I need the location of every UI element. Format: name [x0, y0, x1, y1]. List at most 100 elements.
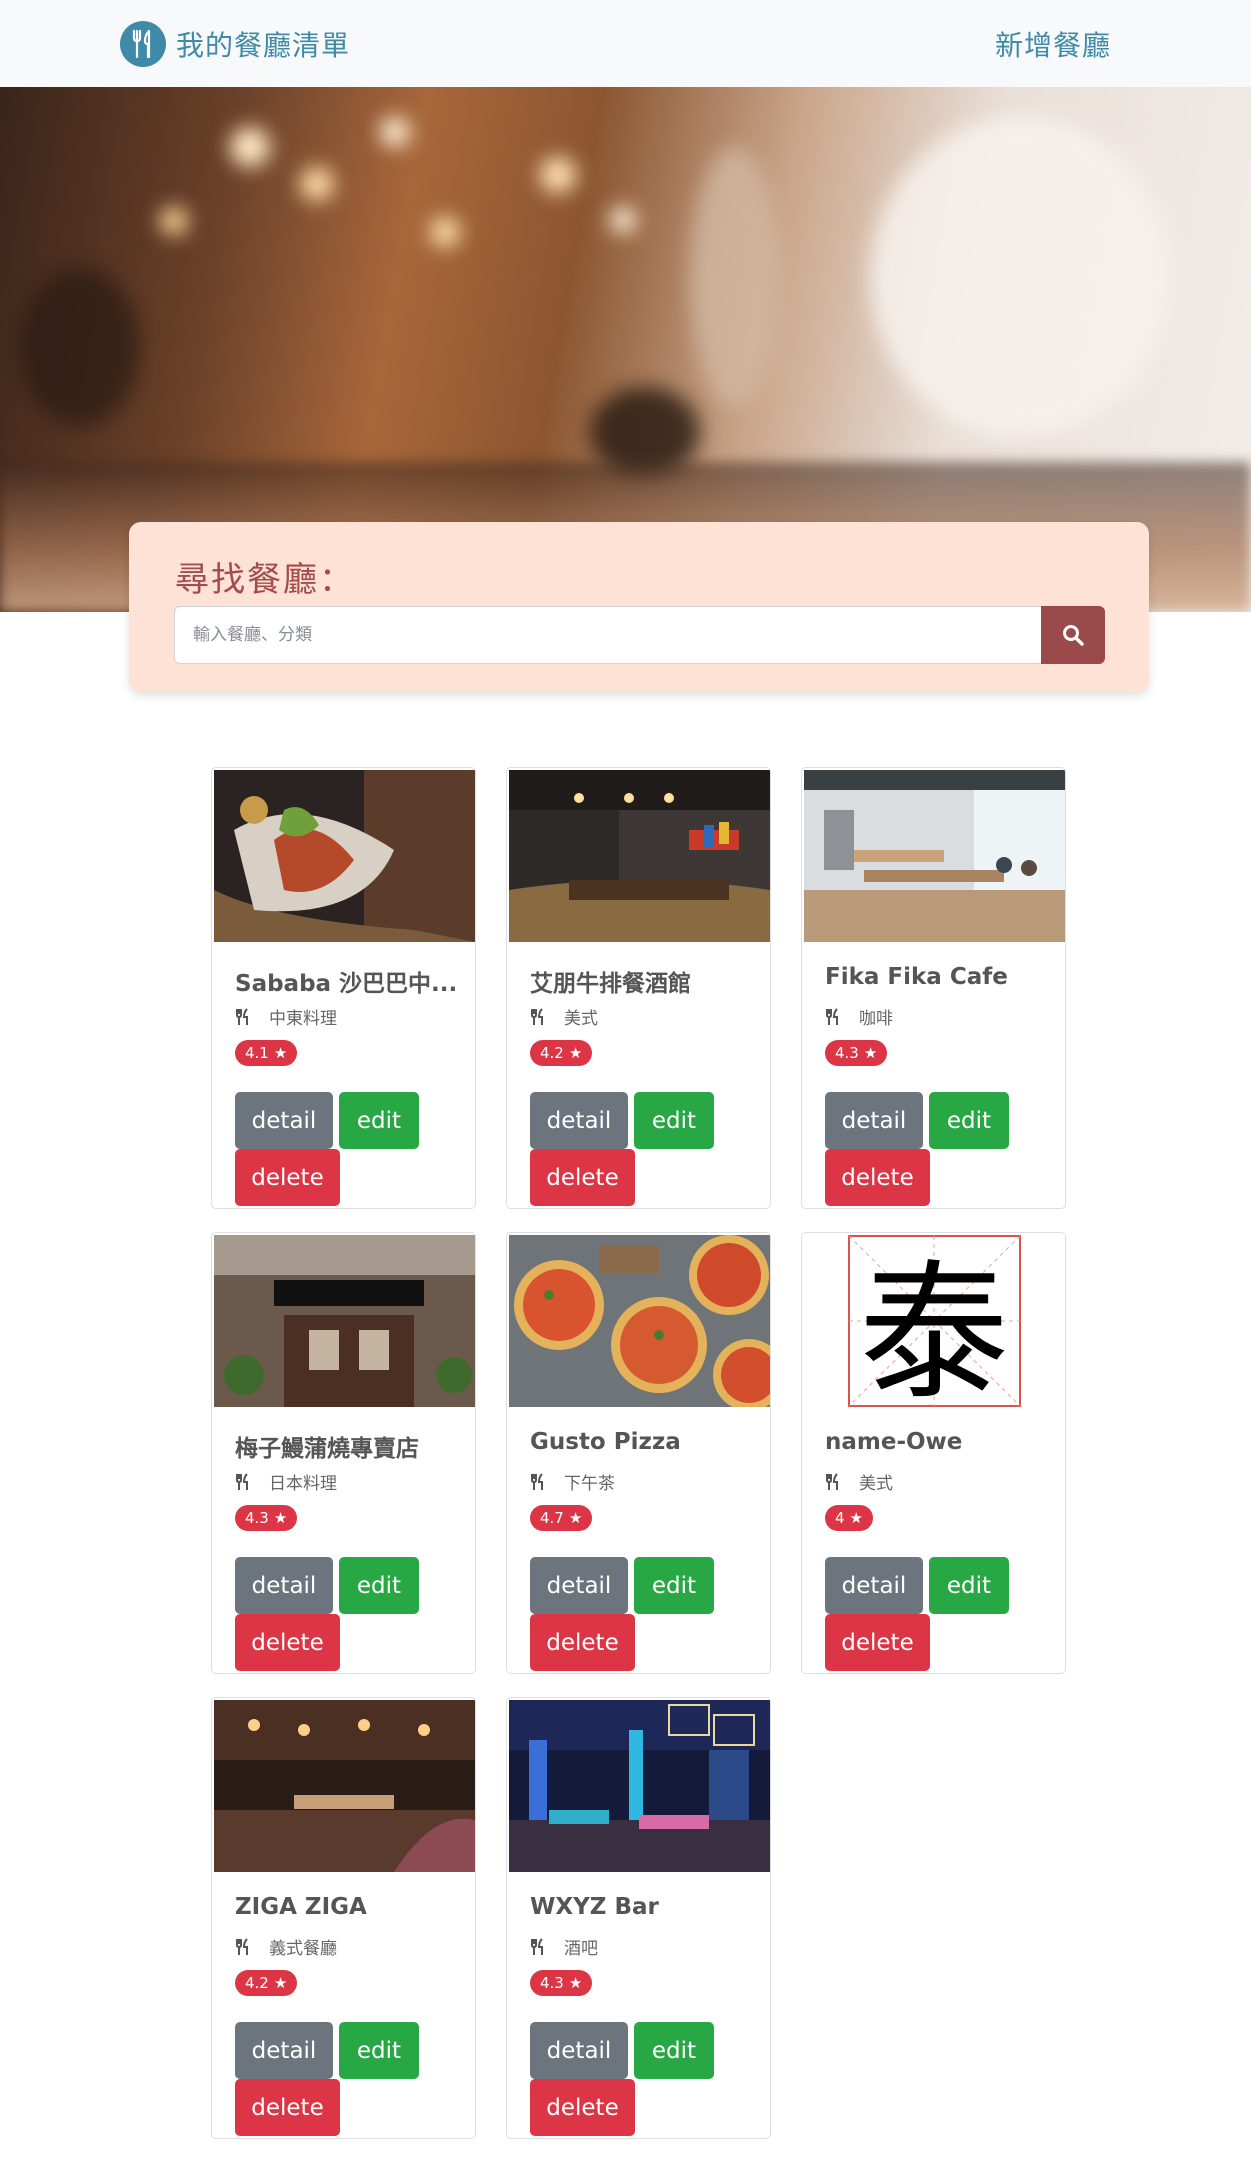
- star-icon: ★: [273, 1044, 288, 1062]
- restaurant-photo: [509, 1235, 770, 1407]
- utensils-logo-icon: [120, 21, 166, 67]
- restaurant-photo: [214, 770, 475, 942]
- rating-badge: 4.2 ★: [530, 1040, 593, 1066]
- restaurant-card[interactable]: Sababa 沙巴巴中... 中東料理 4.1 ★ detail edit de…: [211, 767, 476, 1209]
- add-restaurant-link[interactable]: 新增餐廳: [995, 24, 1111, 64]
- delete-button[interactable]: delete: [530, 1149, 635, 1206]
- restaurant-card[interactable]: ZIGA ZIGA 義式餐廳 4.2 ★ detail edit delete: [211, 1697, 476, 2139]
- restaurant-photo: [214, 1235, 475, 1407]
- restaurant-category: 下午茶: [530, 1469, 615, 1494]
- restaurant-category: 中東料理: [235, 1004, 337, 1029]
- delete-button[interactable]: delete: [235, 1614, 340, 1671]
- restaurant-photo: [804, 770, 1065, 942]
- restaurant-name: Fika Fika Cafe: [825, 964, 1008, 990]
- restaurant-card[interactable]: 梅子鰻蒲燒專賣店 日本料理 4.3 ★ detail edit delete: [211, 1232, 476, 1674]
- restaurant-category-label: 美式: [564, 1009, 598, 1029]
- rating-value: 4.3: [835, 1044, 859, 1062]
- edit-button[interactable]: edit: [339, 2022, 419, 2079]
- restaurant-category: 酒吧: [530, 1934, 598, 1959]
- restaurant-name: 梅子鰻蒲燒專賣店: [235, 1436, 419, 1462]
- restaurant-photo: [214, 1700, 475, 1872]
- star-icon: ★: [863, 1044, 878, 1062]
- search-button[interactable]: [1041, 606, 1105, 664]
- rating-badge: 4.3 ★: [235, 1505, 298, 1531]
- restaurant-name: Sababa 沙巴巴中...: [235, 971, 458, 997]
- restaurant-card[interactable]: Fika Fika Cafe 咖啡 4.3 ★ detail edit dele…: [801, 767, 1066, 1209]
- utensils-icon: [826, 1007, 838, 1025]
- restaurant-category: 咖啡: [825, 1004, 893, 1029]
- utensils-icon: [531, 1472, 543, 1490]
- detail-button[interactable]: detail: [235, 2022, 333, 2079]
- restaurant-category-label: 日本料理: [269, 1474, 337, 1494]
- edit-button[interactable]: edit: [339, 1557, 419, 1614]
- restaurant-photo: [509, 770, 770, 942]
- restaurant-category-label: 酒吧: [564, 1939, 598, 1959]
- restaurant-category-label: 下午茶: [564, 1474, 615, 1494]
- delete-button[interactable]: delete: [530, 2079, 635, 2136]
- star-icon: ★: [849, 1509, 863, 1527]
- star-icon: ★: [568, 1509, 583, 1527]
- star-icon: ★: [568, 1974, 583, 1992]
- rating-badge: 4.3 ★: [530, 1970, 593, 1996]
- restaurant-photo: 泰: [804, 1235, 1065, 1407]
- delete-button[interactable]: delete: [235, 2079, 340, 2136]
- search-title: 尋找餐廳：: [175, 560, 355, 600]
- rating-value: 4.2: [245, 1974, 269, 1992]
- utensils-icon: [236, 1937, 248, 1955]
- restaurant-card[interactable]: Gusto Pizza 下午茶 4.7 ★ detail edit delete: [506, 1232, 771, 1674]
- rating-badge: 4.3 ★: [825, 1040, 888, 1066]
- rating-badge: 4.1 ★: [235, 1040, 298, 1066]
- restaurant-category-label: 中東料理: [269, 1009, 337, 1029]
- restaurant-name: 艾朋牛排餐酒館: [530, 971, 691, 997]
- search-icon: [1063, 625, 1084, 646]
- delete-button[interactable]: delete: [530, 1614, 635, 1671]
- delete-button[interactable]: delete: [825, 1614, 930, 1671]
- detail-button[interactable]: detail: [825, 1092, 923, 1149]
- restaurant-category: 日本料理: [235, 1469, 337, 1494]
- restaurant-category: 義式餐廳: [235, 1934, 337, 1959]
- restaurant-card[interactable]: 泰 name-Owe 美式 4 ★ detail edit delete: [801, 1232, 1066, 1674]
- utensils-icon: [236, 1007, 248, 1025]
- search-input[interactable]: [174, 606, 1042, 664]
- detail-button[interactable]: detail: [530, 1557, 628, 1614]
- rating-badge: 4.7 ★: [530, 1505, 593, 1531]
- restaurant-category: 美式: [825, 1469, 893, 1494]
- rating-value: 4: [835, 1509, 845, 1527]
- star-icon: ★: [273, 1974, 288, 1992]
- edit-button[interactable]: edit: [634, 2022, 714, 2079]
- navbar: 我的餐廳清單 新增餐廳: [0, 0, 1251, 87]
- edit-button[interactable]: edit: [929, 1092, 1009, 1149]
- restaurant-name: name-Owe: [825, 1429, 963, 1455]
- detail-button[interactable]: detail: [530, 2022, 628, 2079]
- restaurant-card[interactable]: 艾朋牛排餐酒館 美式 4.2 ★ detail edit delete: [506, 767, 771, 1209]
- brand-link[interactable]: 我的餐廳清單: [120, 21, 350, 67]
- utensils-icon: [236, 1472, 248, 1490]
- edit-button[interactable]: edit: [339, 1092, 419, 1149]
- rating-value: 4.3: [540, 1974, 564, 1992]
- utensils-icon: [531, 1007, 543, 1025]
- utensils-icon: [826, 1472, 838, 1490]
- restaurant-category-label: 美式: [859, 1474, 893, 1494]
- rating-badge: 4 ★: [825, 1505, 873, 1531]
- restaurant-category: 美式: [530, 1004, 598, 1029]
- star-icon: ★: [273, 1509, 288, 1527]
- detail-button[interactable]: detail: [530, 1092, 628, 1149]
- edit-button[interactable]: edit: [634, 1092, 714, 1149]
- detail-button[interactable]: detail: [235, 1092, 333, 1149]
- rating-value: 4.3: [245, 1509, 269, 1527]
- delete-button[interactable]: delete: [235, 1149, 340, 1206]
- brand-title: 我的餐廳清單: [176, 29, 351, 62]
- detail-button[interactable]: detail: [235, 1557, 333, 1614]
- restaurant-name: WXYZ Bar: [530, 1894, 659, 1920]
- utensils-icon: [531, 1937, 543, 1955]
- delete-button[interactable]: delete: [825, 1149, 930, 1206]
- edit-button[interactable]: edit: [929, 1557, 1009, 1614]
- star-icon: ★: [568, 1044, 583, 1062]
- detail-button[interactable]: detail: [825, 1557, 923, 1614]
- restaurant-name: Gusto Pizza: [530, 1429, 681, 1455]
- tai-character-image-text: 泰: [859, 1247, 1009, 1407]
- restaurant-card[interactable]: WXYZ Bar 酒吧 4.3 ★ detail edit delete: [506, 1697, 771, 2139]
- restaurant-category-label: 咖啡: [859, 1009, 893, 1029]
- restaurant-photo: [509, 1700, 770, 1872]
- edit-button[interactable]: edit: [634, 1557, 714, 1614]
